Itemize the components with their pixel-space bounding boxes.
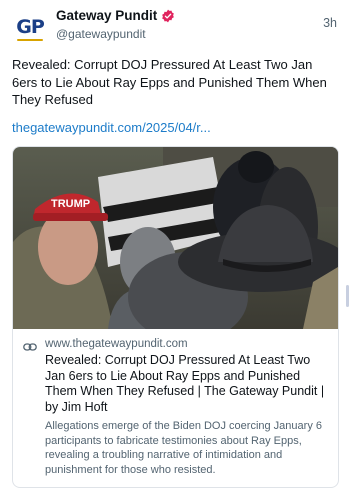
hat-text: TRUMP [51, 198, 90, 210]
author-row: Gateway Pundit [56, 8, 175, 23]
avatar[interactable]: GP [12, 9, 48, 45]
post-link[interactable]: thegatewaypundit.com/2025/04/r... [12, 120, 211, 135]
card-image[interactable]: TRUMP [13, 147, 338, 329]
card-description: Allegations emerge of the Biden DOJ coer… [45, 420, 322, 476]
display-name[interactable]: Gateway Pundit [56, 8, 157, 23]
timestamp[interactable]: 3h [323, 16, 337, 30]
card-meta[interactable]: www.thegatewaypundit.com Revealed: Corru… [13, 329, 338, 485]
card-domain: www.thegatewaypundit.com [45, 338, 188, 350]
link-preview-card[interactable]: TRUMP www.thegatewaypundit.com Revealed:… [12, 146, 339, 488]
scrollbar[interactable] [346, 285, 349, 307]
card-title[interactable]: Revealed: Corrupt DOJ Pressured At Least… [45, 353, 328, 415]
link-icon [23, 339, 37, 351]
post-text: Revealed: Corrupt DOJ Pressured At Least… [12, 57, 327, 107]
card-domain-row: www.thegatewaypundit.com [23, 337, 328, 351]
verified-badge-icon [161, 9, 175, 23]
post[interactable]: GP Gateway Pundit @gatewaypundit 3h Reve… [0, 0, 351, 500]
gateway-pundit-logo: GP [16, 16, 45, 41]
handle[interactable]: @gatewaypundit [56, 27, 146, 41]
